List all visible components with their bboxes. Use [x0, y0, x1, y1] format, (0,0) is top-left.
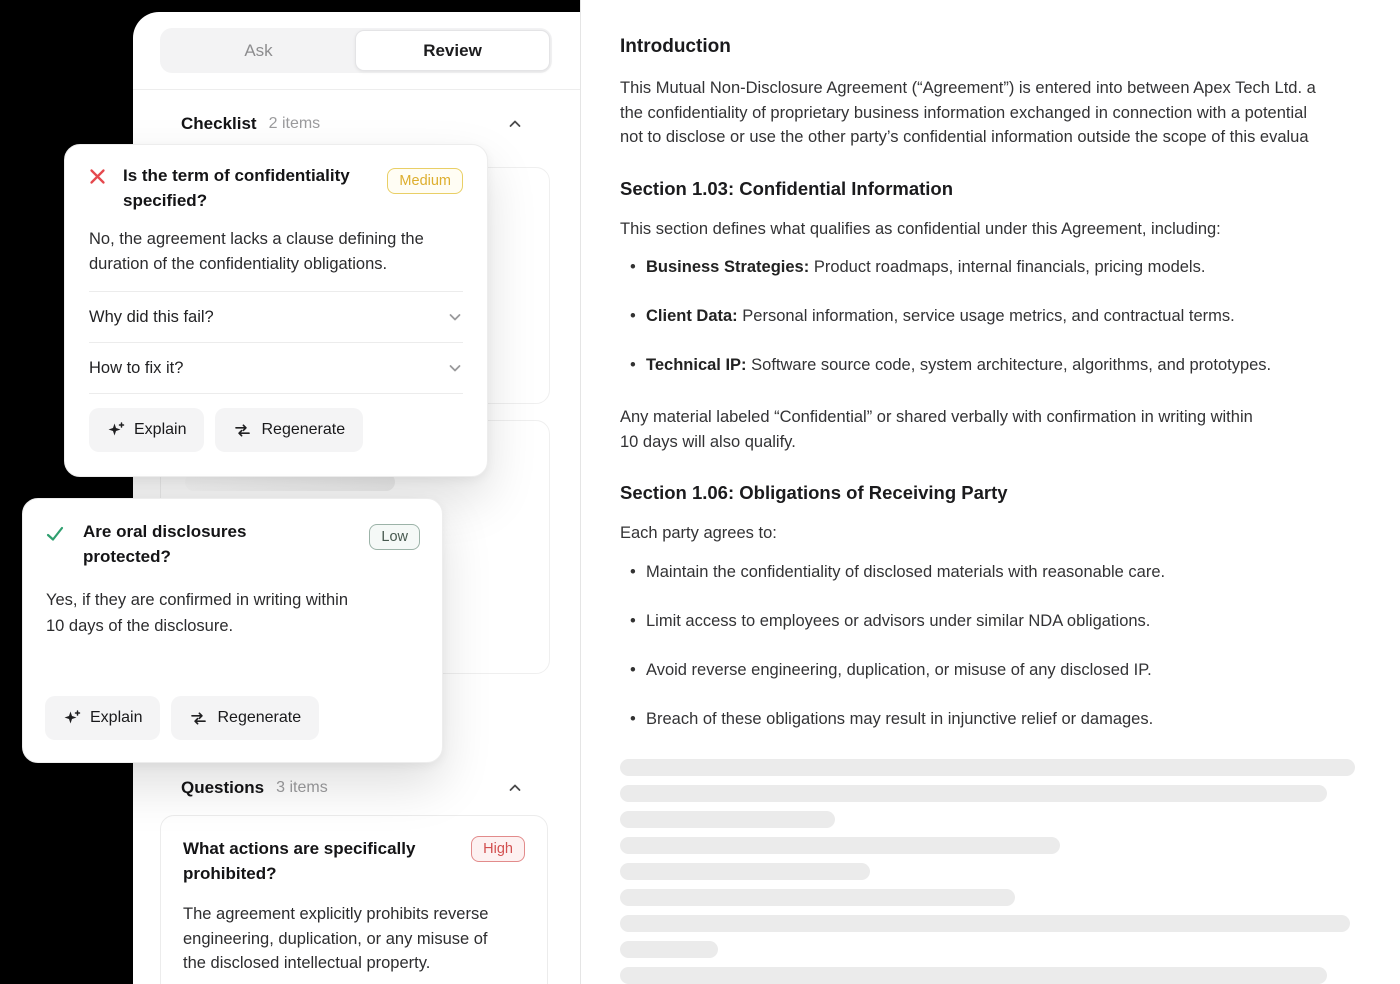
skeleton-bar [620, 836, 1060, 854]
skeleton-bar [620, 888, 1015, 906]
severity-badge-medium: Medium [387, 168, 463, 194]
chevron-down-icon [449, 365, 461, 372]
list-item: Maintain the confidentiality of disclose… [620, 560, 1400, 584]
doc-heading-section-106: Section 1.06: Obligations of Receiving P… [620, 482, 1008, 503]
skeleton-bar [620, 784, 1327, 802]
pane-divider [580, 0, 581, 984]
doc-section-103-intro: This section defines what qualifies as c… [620, 219, 1221, 238]
severity-badge-low: Low [369, 524, 420, 550]
accordion-how-to-fix-it[interactable]: How to fix it? [89, 342, 463, 393]
checklist-title: Checklist [181, 114, 257, 133]
doc-intro-paragraph: This Mutual Non-Disclosure Agreement (“A… [620, 79, 1316, 146]
questions-title: Questions [181, 778, 265, 797]
question-title: What actions are specifically prohibited… [183, 839, 416, 883]
questions-count: 3 items [276, 779, 328, 796]
skeleton-bar [620, 966, 1327, 984]
questions-header: Questions 3 items [181, 775, 526, 801]
skeleton-bar [620, 940, 718, 958]
list-item: Avoid reverse engineering, duplication, … [620, 658, 1400, 682]
skeleton-bar [620, 810, 835, 828]
tab-ask[interactable]: Ask [162, 30, 355, 71]
regenerate-button[interactable]: Regenerate [171, 696, 320, 740]
skeleton-bar [620, 862, 870, 880]
app-window: Ask Review Checklist 2 items Questions 3… [0, 0, 1400, 984]
tab-review[interactable]: Review [355, 30, 550, 71]
sparkle-icon [64, 710, 81, 724]
doc-section-106-intro: Each party agrees to: [620, 524, 777, 542]
fail-x-icon [89, 168, 111, 190]
check-result-text: No, the agreement lacks a clause definin… [89, 230, 424, 273]
tabbar-divider [133, 89, 580, 90]
explain-button[interactable]: Explain [89, 408, 205, 452]
explain-button[interactable]: Explain [45, 696, 161, 740]
regenerate-button[interactable]: Regenerate [215, 408, 364, 452]
doc-section-103-list: Business Strategies: Product roadmaps, i… [620, 255, 1400, 377]
regenerate-icon [235, 423, 251, 437]
check-result-text: Yes, if they are confirmed in writing wi… [46, 591, 349, 635]
list-item: Client Data: Personal information, servi… [620, 304, 1400, 328]
list-item: Technical IP: Software source code, syst… [620, 353, 1400, 377]
passed-check-popover: Are oral disclosures protected? Low Yes,… [22, 498, 443, 763]
list-item: Limit access to employees or advisors un… [620, 609, 1400, 633]
doc-section-106-list: Maintain the confidentiality of disclose… [620, 560, 1400, 731]
check-title: Are oral disclosures protected? [83, 522, 247, 566]
regenerate-icon [191, 711, 207, 725]
doc-heading-section-103: Section 1.03: Confidential Information [620, 177, 954, 199]
document-pane: Introduction This Mutual Non-Disclosure … [581, 0, 1400, 984]
doc-section-103-note: Any material labeled “Confidential” or s… [620, 408, 1253, 451]
checklist-header: Checklist 2 items [181, 111, 526, 137]
skeleton-bar [620, 758, 1355, 776]
list-item: Business Strategies: Product roadmaps, i… [620, 255, 1400, 279]
chevron-up-icon [509, 784, 521, 791]
accordion-why-did-this-fail[interactable]: Why did this fail? [89, 291, 463, 342]
question-card[interactable]: What actions are specifically prohibited… [160, 815, 548, 984]
failed-check-popover: Is the term of confidentiality specified… [64, 144, 488, 477]
list-item: Breach of these obligations may result i… [620, 707, 1400, 731]
check-title: Is the term of confidentiality specified… [123, 166, 350, 210]
doc-loading-skeleton [620, 758, 1400, 984]
chevron-down-icon [449, 314, 461, 321]
severity-badge-high: High [471, 836, 525, 862]
chevron-up-icon [509, 120, 521, 127]
checklist-collapse-button[interactable] [504, 113, 526, 135]
sparkle-icon [108, 422, 125, 436]
doc-heading-introduction: Introduction [620, 36, 731, 57]
tab-bar: Ask Review [160, 28, 552, 73]
questions-collapse-button[interactable] [504, 777, 526, 799]
pass-check-icon [45, 524, 67, 549]
question-answer: The agreement explicitly prohibits rever… [183, 905, 489, 972]
skeleton-bar [620, 914, 1350, 932]
checklist-count: 2 items [268, 115, 321, 132]
